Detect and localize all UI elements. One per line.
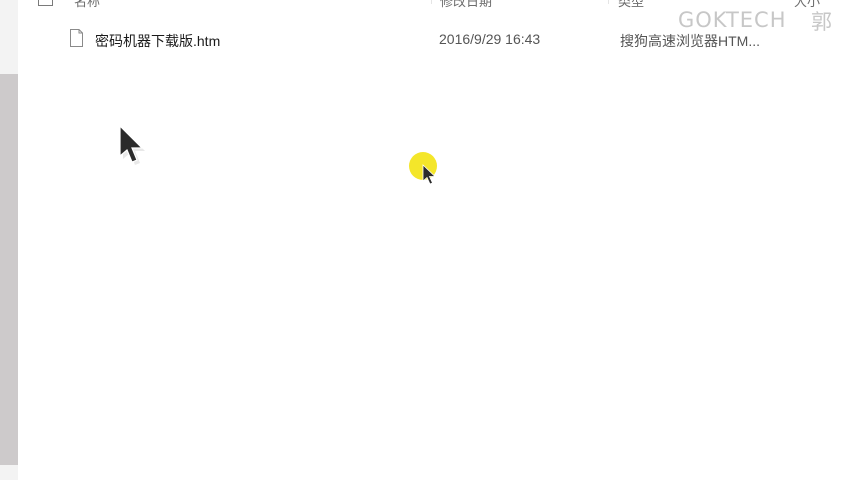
column-header-modified[interactable]: 修改日期: [440, 0, 492, 10]
mouse-pointer-icon: [119, 124, 147, 167]
scrollbar-thumb[interactable]: [0, 74, 18, 465]
file-name[interactable]: 密码机器下载版.htm: [95, 31, 220, 51]
column-separator[interactable]: [608, 0, 609, 4]
select-all-checkbox[interactable]: [38, 0, 53, 6]
watermark-character: 郭: [811, 10, 832, 34]
file-htm-icon: [70, 29, 83, 47]
file-list-item[interactable]: 密码机器下载版.htm 2016/9/29 16:43 搜狗高速浏览器HTM..…: [18, 28, 794, 52]
mouse-pointer-icon: [422, 164, 436, 186]
column-header-name[interactable]: 名称: [74, 0, 100, 10]
file-modified-date: 2016/9/29 16:43: [439, 31, 541, 47]
column-separator[interactable]: [431, 0, 432, 4]
column-header-type[interactable]: 类型: [618, 0, 644, 10]
file-type: 搜狗高速浏览器HTM...: [620, 33, 760, 49]
